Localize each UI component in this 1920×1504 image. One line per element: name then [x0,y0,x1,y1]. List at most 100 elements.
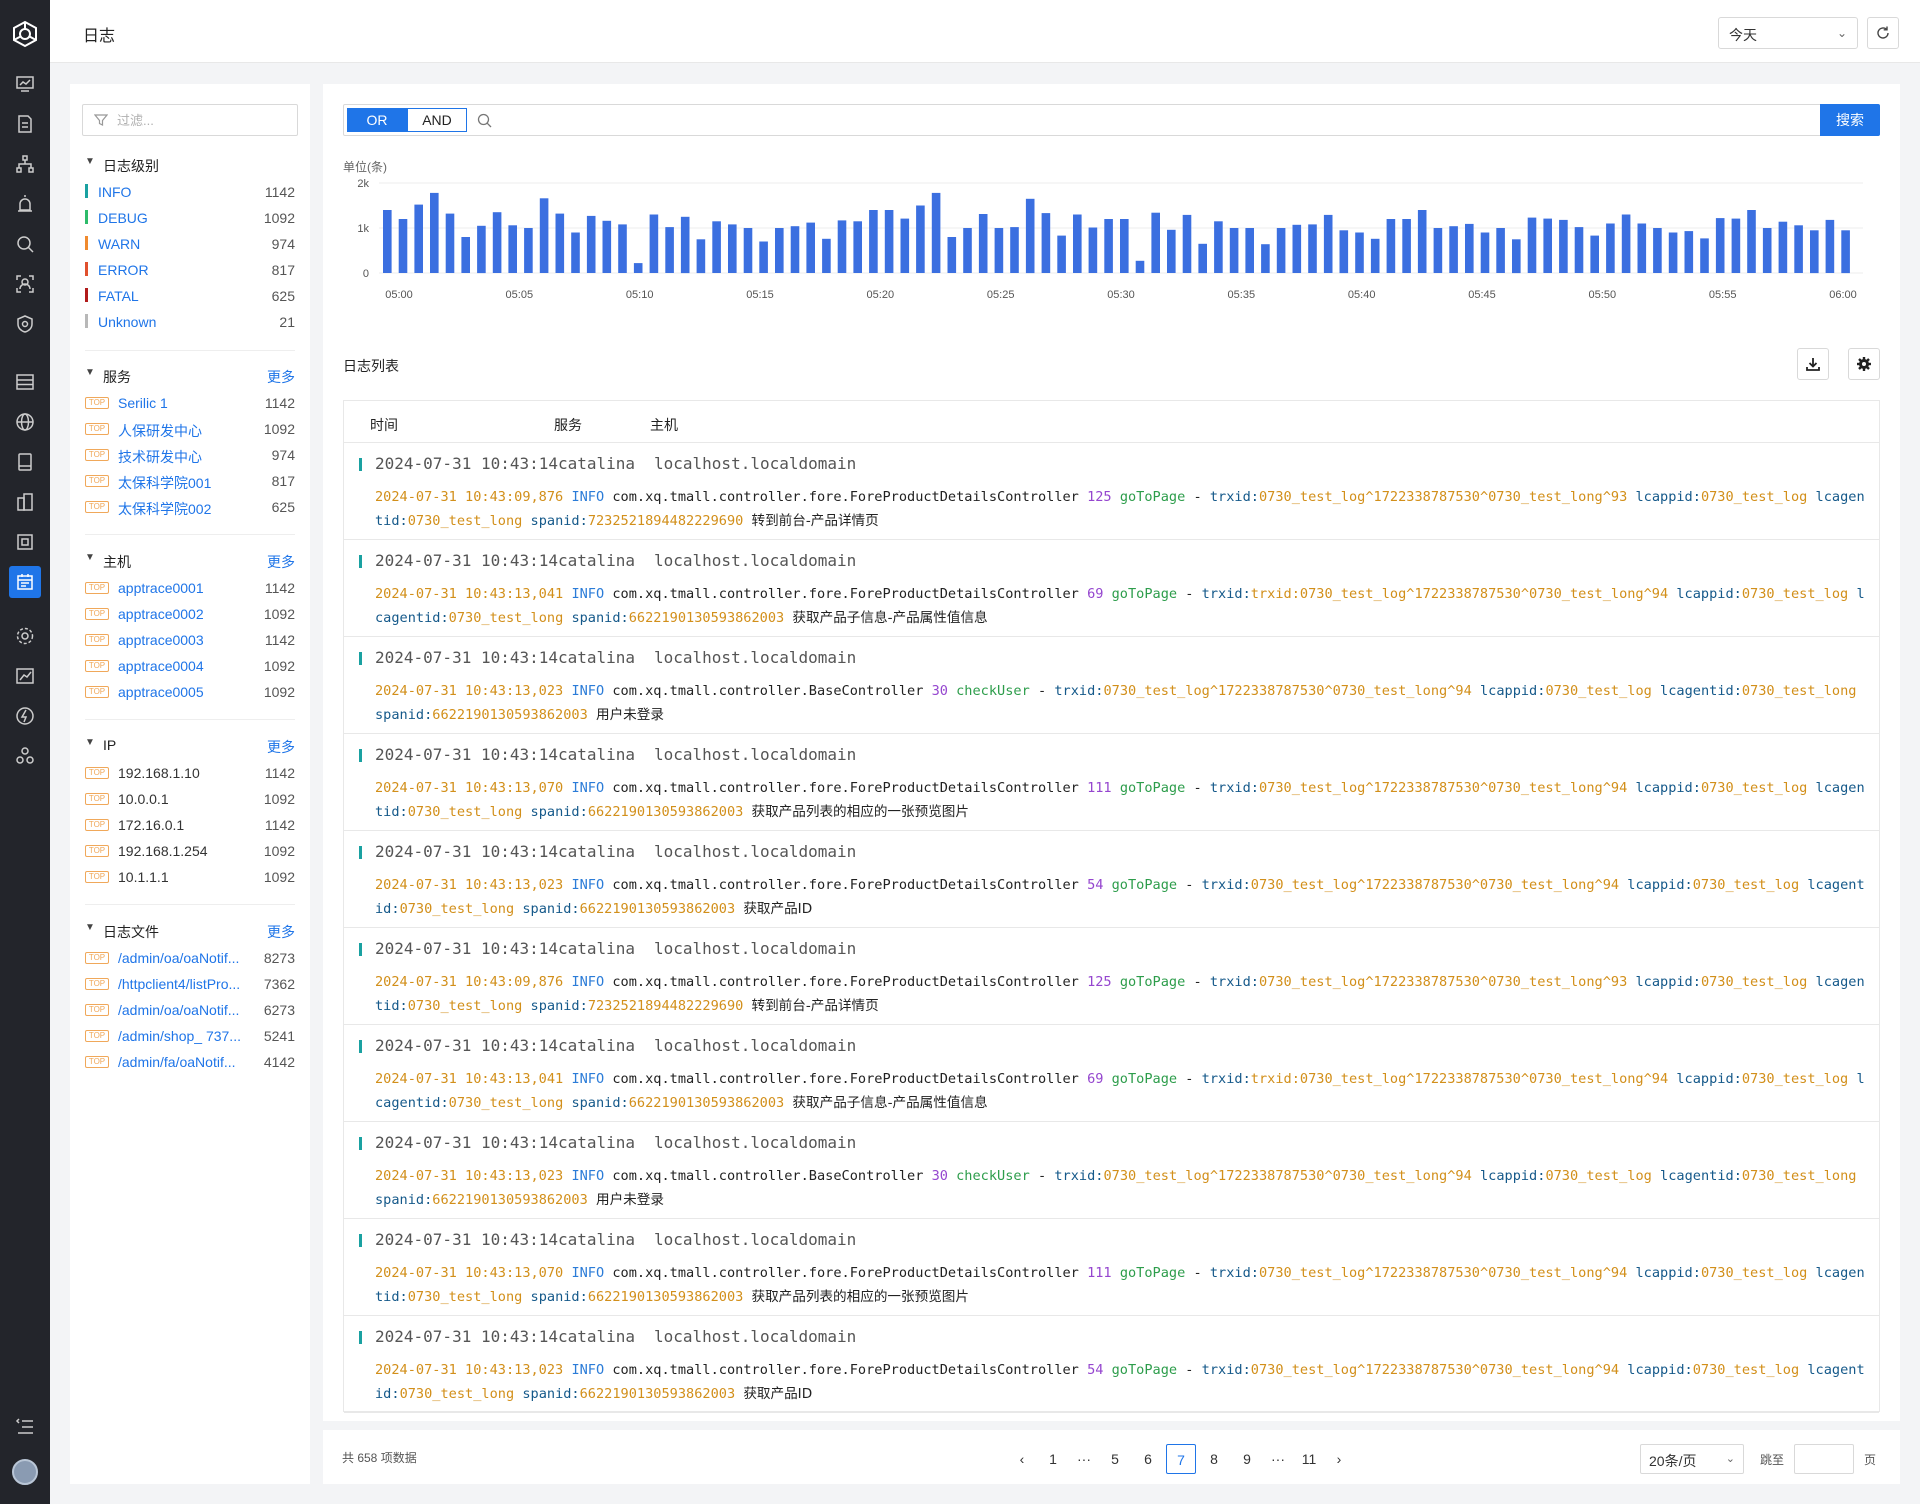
bar[interactable] [1621,214,1631,274]
bar[interactable] [508,225,517,273]
facet-item[interactable]: TOP Serilic 1 1142 [85,390,295,416]
shield-icon[interactable] [11,310,39,338]
bar[interactable] [1574,227,1584,273]
bar[interactable] [1135,260,1145,273]
facet-item[interactable]: TOP 172.16.0.1 1142 [85,812,295,838]
bar[interactable] [1637,223,1647,274]
bar[interactable] [1041,213,1051,273]
bar[interactable] [1841,230,1850,274]
facet-header[interactable]: ▼ IP 更多 [85,735,295,755]
bar[interactable] [398,219,408,273]
settings-icon[interactable] [11,622,39,650]
more-link[interactable]: 更多 [267,552,295,572]
bar[interactable] [665,227,674,273]
bar[interactable] [1245,228,1254,273]
facet-header[interactable]: ▼ 服务 更多 [85,365,295,385]
bar[interactable] [555,213,565,273]
next-page-button[interactable]: › [1324,1444,1354,1474]
facet-item-debug[interactable]: DEBUG 1092 [85,205,295,231]
facet-item-unknown[interactable]: Unknown 21 [85,309,295,335]
column-header-service[interactable]: 服务 [554,415,582,435]
bar[interactable] [1794,225,1803,273]
bar[interactable] [1323,214,1333,273]
facet-item[interactable]: TOP/admin/oa/oaNotif... 8273 [85,945,295,971]
bar[interactable] [524,228,533,273]
facet-item[interactable]: TOP apptrace0005 1092 [85,679,295,705]
facet-item-info[interactable]: INFO 1142 [85,179,295,205]
bar[interactable] [1543,218,1552,273]
bar[interactable] [1057,235,1066,273]
bar[interactable] [963,228,972,273]
app-logo-icon[interactable] [11,20,39,48]
facet-header[interactable]: ▼ 日志文件 更多 [85,920,295,940]
bar[interactable] [884,210,894,273]
log-row[interactable]: 2024-07-31 10:43:14 catalina localhost.loc… [344,1219,1879,1316]
log-calendar-icon[interactable] [9,566,41,598]
page-button-9[interactable]: 9 [1232,1444,1262,1474]
bar[interactable] [994,228,1004,273]
bar[interactable] [1590,235,1599,273]
bar[interactable] [1355,232,1364,274]
facet-item[interactable]: TOP/httpclient4/listPro... 7362 [85,971,295,997]
bar[interactable] [1167,229,1176,273]
refresh-button[interactable] [1867,17,1899,49]
bar[interactable] [1496,228,1505,273]
facet-item[interactable]: TOP apptrace0004 1092 [85,653,295,679]
facet-item[interactable]: TOP apptrace0003 1142 [85,627,295,653]
bar[interactable] [1198,243,1207,274]
bar[interactable] [1810,230,1819,274]
more-link[interactable]: 更多 [267,922,295,942]
facet-item[interactable]: TOP 10.1.1.1 1092 [85,864,295,890]
bar[interactable] [1731,218,1741,273]
facet-item[interactable]: TOP 太保科学院002 625 [85,494,295,520]
bar[interactable] [1292,224,1302,273]
prev-page-button[interactable]: ‹ [1007,1444,1037,1474]
page-button-6[interactable]: 6 [1133,1444,1163,1474]
bar[interactable] [1825,219,1835,273]
menu-collapse-icon[interactable] [11,1413,39,1441]
bar[interactable] [1386,219,1396,273]
bar[interactable] [1010,227,1019,273]
column-header-time[interactable]: 时间 [370,415,398,435]
avatar[interactable] [12,1459,38,1485]
log-row[interactable]: 2024-07-31 10:43:14 catalina localhost.loc… [344,831,1879,928]
bar[interactable] [822,238,831,273]
bar[interactable] [1073,214,1082,274]
bar[interactable] [633,263,643,273]
bar[interactable] [1465,223,1474,273]
bar[interactable] [1480,232,1490,274]
page-button-1[interactable]: 1 [1038,1444,1068,1474]
page-button-11[interactable]: 11 [1294,1444,1324,1474]
building-icon[interactable] [11,488,39,516]
chip-icon[interactable] [11,528,39,556]
bar[interactable] [712,221,721,273]
bar[interactable] [1025,198,1035,274]
bar[interactable] [947,237,957,273]
download-button[interactable] [1797,348,1829,380]
facet-item[interactable]: TOP 太保科学院001 817 [85,468,295,494]
more-link[interactable]: 更多 [267,367,295,387]
bar[interactable] [1559,219,1568,273]
facet-header[interactable]: ▼ 主机 更多 [85,550,295,570]
search-button[interactable]: 搜索 [1820,104,1880,136]
log-row[interactable]: 2024-07-31 10:43:14 catalina localhost.loc… [344,540,1879,637]
bar[interactable] [1229,228,1239,273]
filter-input[interactable] [82,104,298,136]
bar[interactable] [853,221,862,273]
and-toggle-button[interactable]: AND [407,108,467,132]
log-row[interactable]: 2024-07-31 10:43:14 catalina localhost.loc… [344,1025,1879,1122]
bar[interactable] [1276,228,1286,273]
bar[interactable] [477,225,486,274]
bar[interactable] [1747,210,1756,273]
time-range-select[interactable]: 今天 ⌄ [1718,17,1858,49]
bar[interactable] [383,210,392,273]
bar[interactable] [1433,228,1443,273]
topology-icon[interactable] [11,150,39,178]
page-button-7[interactable]: 7 [1166,1444,1196,1474]
log-row[interactable]: 2024-07-31 10:43:14 catalina localhost.loc… [344,928,1879,1025]
log-row[interactable]: 2024-07-31 10:43:14 catalina localhost.loc… [344,443,1879,540]
facet-item[interactable]: TOP/admin/oa/oaNotif... 6273 [85,997,295,1023]
bar[interactable] [571,232,580,274]
facet-item[interactable]: TOP 人保研发中心 1092 [85,416,295,442]
facet-item[interactable]: TOP 192.168.1.10 1142 [85,760,295,786]
